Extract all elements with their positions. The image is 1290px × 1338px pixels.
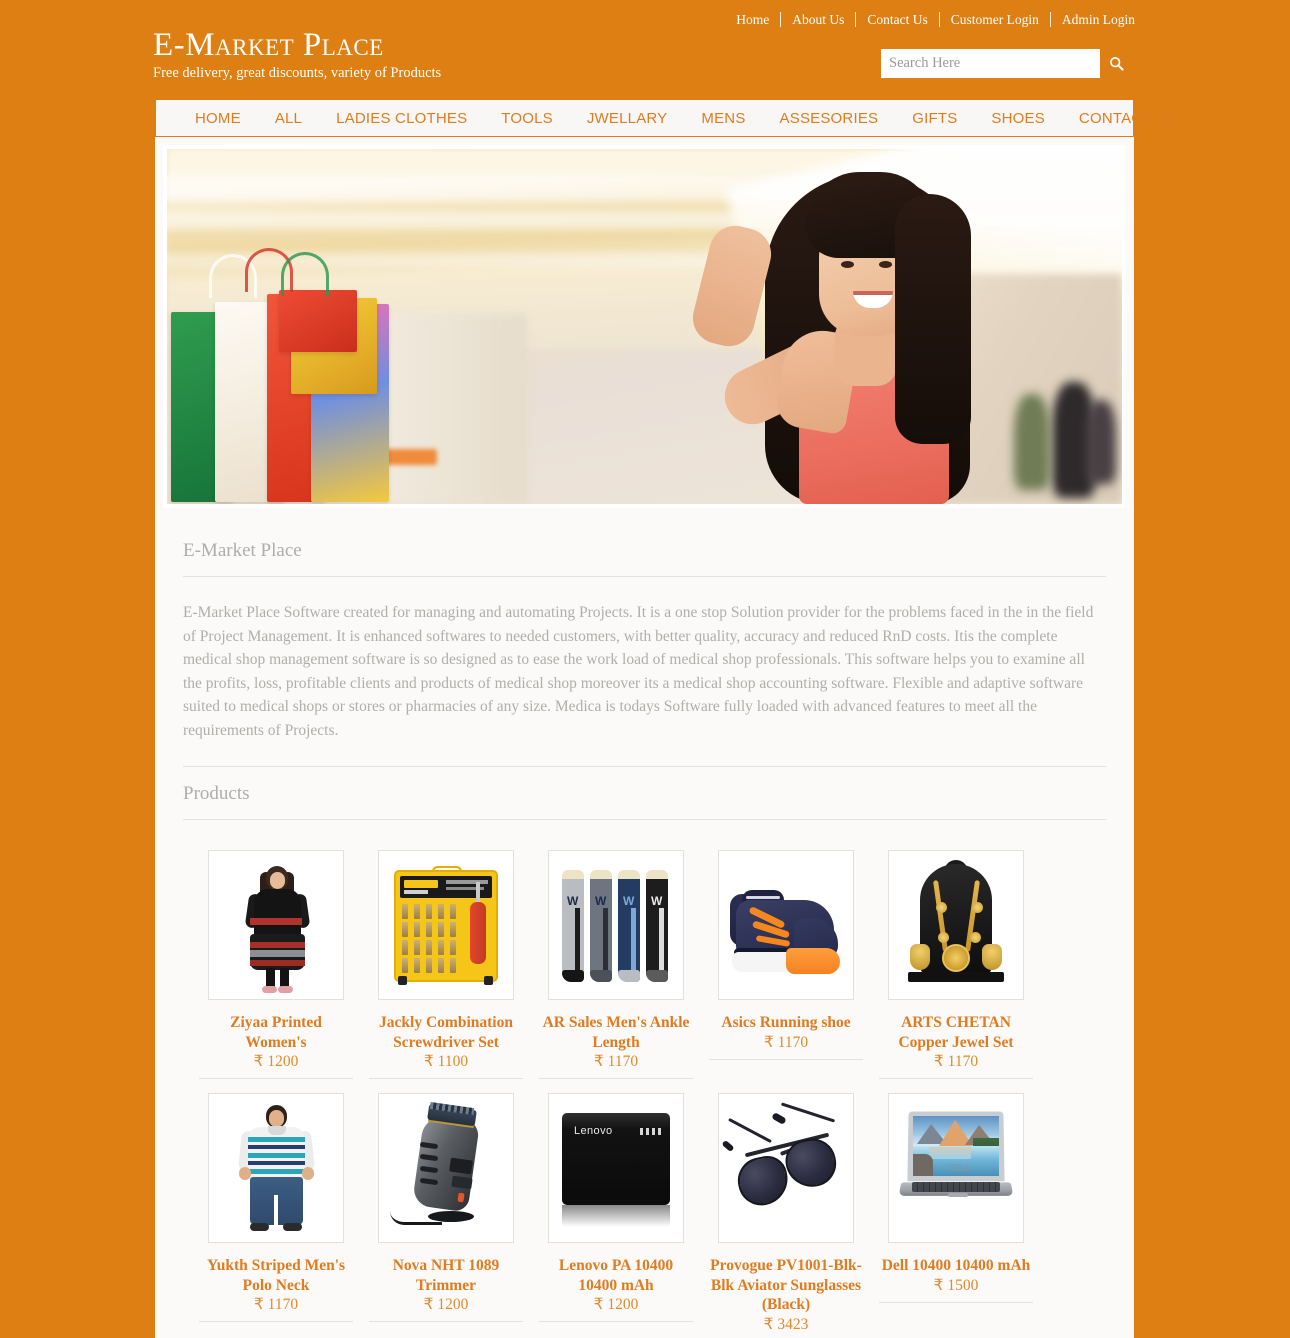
menu-item-tools[interactable]: TOOLS <box>484 110 570 127</box>
product-image[interactable] <box>718 850 854 1000</box>
power-bank-image: Lenovo <box>554 1099 678 1237</box>
content-card: E-Market Place E-Market Place Software c… <box>163 518 1126 1338</box>
product-price: ₹ 1170 <box>879 1052 1033 1079</box>
menu-item-ladies-clothes[interactable]: LADIES CLOTHES <box>319 110 484 127</box>
search-icon <box>1110 57 1124 71</box>
site-title: E-Market Place <box>153 27 384 63</box>
product-image[interactable] <box>718 1093 854 1243</box>
banner-woman <box>687 154 1037 504</box>
product-image[interactable] <box>378 1093 514 1243</box>
product-price: ₹ 1100 <box>369 1052 523 1079</box>
screwdriver-set-image <box>384 856 508 994</box>
product-card[interactable]: DELL Dell 10400 10400 mAh ₹ 1500 <box>871 1093 1041 1338</box>
product-image[interactable]: DELL <box>888 1093 1024 1243</box>
product-card[interactable]: Lenovo Lenovo PA 10400 10400 mAh ₹ 1200 <box>531 1093 701 1338</box>
sock-logo: W <box>623 894 635 908</box>
sock-logo: W <box>567 894 579 908</box>
page-root: Home About Us Contact Us Customer Login Admi… <box>0 0 1290 1338</box>
hero-banner-image <box>167 149 1122 504</box>
utility-nav-separator <box>855 12 857 27</box>
product-image[interactable]: Lenovo <box>548 1093 684 1243</box>
product-card[interactable]: Jackly Combination Screwdriver Set ₹ 110… <box>361 850 531 1079</box>
about-paragraph: E-Market Place Software created for mana… <box>183 601 1106 767</box>
search-input[interactable] <box>881 49 1100 78</box>
running-shoe-image <box>724 856 848 994</box>
product-card[interactable]: Ziyaa Printed Women's ₹ 1200 <box>191 850 361 1079</box>
banner-shopping-bags <box>171 202 421 502</box>
product-name: Provogue PV1001-Blk-Blk Aviator Sunglass… <box>710 1257 862 1313</box>
trimmer-image <box>384 1099 508 1237</box>
ladies-kurti-image <box>214 856 338 994</box>
sock-logo: W <box>651 894 663 908</box>
sunglasses-image <box>721 1099 848 1237</box>
menu-item-shoes[interactable]: SHOES <box>974 110 1062 127</box>
product-name: Dell 10400 10400 mAh <box>881 1257 1031 1274</box>
menu-item-home[interactable]: HOME <box>178 110 258 127</box>
utility-nav-item[interactable]: Customer Login <box>940 12 1050 27</box>
page-shell: HOME ALL LADIES CLOTHES TOOLS JWELLARY MENS AS… <box>155 99 1177 1338</box>
product-card[interactable]: ARTS CHETAN Copper Jewel Set ₹ 1170 <box>871 850 1041 1079</box>
about-heading: E-Market Place <box>183 540 1106 577</box>
utility-nav-item[interactable]: About Us <box>781 12 855 27</box>
jewellery-set-image <box>894 856 1018 994</box>
sock-logo: W <box>595 894 607 908</box>
banner-frame <box>163 145 1126 508</box>
product-name: Jackly Combination Screwdriver Set <box>379 1014 513 1051</box>
polo-shirt-image <box>214 1099 338 1237</box>
product-image[interactable] <box>208 1093 344 1243</box>
product-name: ARTS CHETAN Copper Jewel Set <box>898 1014 1014 1051</box>
laptop-brand-text: DELL <box>948 1163 971 1173</box>
site-tagline: Free delivery, great discounts, variety … <box>153 65 442 81</box>
menu-item-gifts[interactable]: GIFTS <box>895 110 974 127</box>
utility-nav-separator <box>938 12 940 27</box>
product-name: Lenovo PA 10400 10400 mAh <box>558 1257 674 1294</box>
product-name: AR Sales Men's Ankle Length <box>542 1014 690 1051</box>
product-card[interactable]: Nova NHT 1089 Trimmer ₹ 1200 <box>361 1093 531 1338</box>
product-name: Yukth Striped Men's Polo Neck <box>206 1257 346 1294</box>
product-name: Ziyaa Printed Women's <box>230 1014 322 1051</box>
utility-nav-item[interactable]: Home <box>736 12 780 27</box>
menu-item-assesories[interactable]: ASSESORIES <box>763 110 896 127</box>
product-price: ₹ 3423 <box>709 1315 863 1338</box>
product-card[interactable]: Yukth Striped Men's Polo Neck ₹ 1170 <box>191 1093 361 1338</box>
search-button[interactable] <box>1100 49 1133 78</box>
product-image[interactable]: W W W W <box>548 850 684 1000</box>
power-bank-brand-text: Lenovo <box>574 1125 613 1137</box>
product-price: ₹ 1500 <box>879 1276 1033 1303</box>
product-name: Asics Running shoe <box>721 1014 851 1031</box>
product-image[interactable] <box>888 850 1024 1000</box>
product-name: Nova NHT 1089 Trimmer <box>392 1257 500 1294</box>
products-heading: Products <box>183 767 1106 820</box>
brand-block: E-Market Place Free delivery, great disc… <box>153 26 441 82</box>
socks-image: W W W W <box>554 856 678 994</box>
utility-nav-item[interactable]: Admin Login <box>1051 12 1135 27</box>
product-price: ₹ 1200 <box>369 1295 523 1322</box>
utility-nav-item[interactable]: Contact Us <box>856 12 938 27</box>
product-price: ₹ 1200 <box>199 1052 353 1079</box>
product-image[interactable] <box>378 850 514 1000</box>
menu-item-jwellary[interactable]: JWELLARY <box>570 110 685 127</box>
laptop-image: DELL <box>894 1099 1018 1237</box>
product-card[interactable]: Provogue PV1001-Blk-Blk Aviator Sunglass… <box>701 1093 871 1338</box>
utility-nav: Home About Us Contact Us Customer Login Admi… <box>736 12 1135 27</box>
product-card[interactable]: W W W W AR Sales Men's Ankle Length ₹ 11… <box>531 850 701 1079</box>
utility-nav-separator <box>1049 12 1051 27</box>
menu-item-all[interactable]: ALL <box>258 110 319 127</box>
product-price: ₹ 1170 <box>709 1033 863 1060</box>
main-menu: HOME ALL LADIES CLOTHES TOOLS JWELLARY MENS AS… <box>155 99 1177 137</box>
product-price: ₹ 1170 <box>539 1052 693 1079</box>
product-card[interactable]: Asics Running shoe ₹ 1170 <box>701 850 871 1079</box>
product-grid: Ziyaa Printed Women's ₹ 1200 Jackly Comb… <box>183 836 1106 1338</box>
menu-item-contact-us[interactable]: CONTACT US <box>1062 110 1194 127</box>
product-image[interactable] <box>208 850 344 1000</box>
product-price: ₹ 1170 <box>199 1295 353 1322</box>
utility-nav-separator <box>780 12 782 27</box>
search-bar <box>881 49 1133 78</box>
product-price: ₹ 1200 <box>539 1295 693 1322</box>
menu-item-mens[interactable]: MENS <box>684 110 762 127</box>
